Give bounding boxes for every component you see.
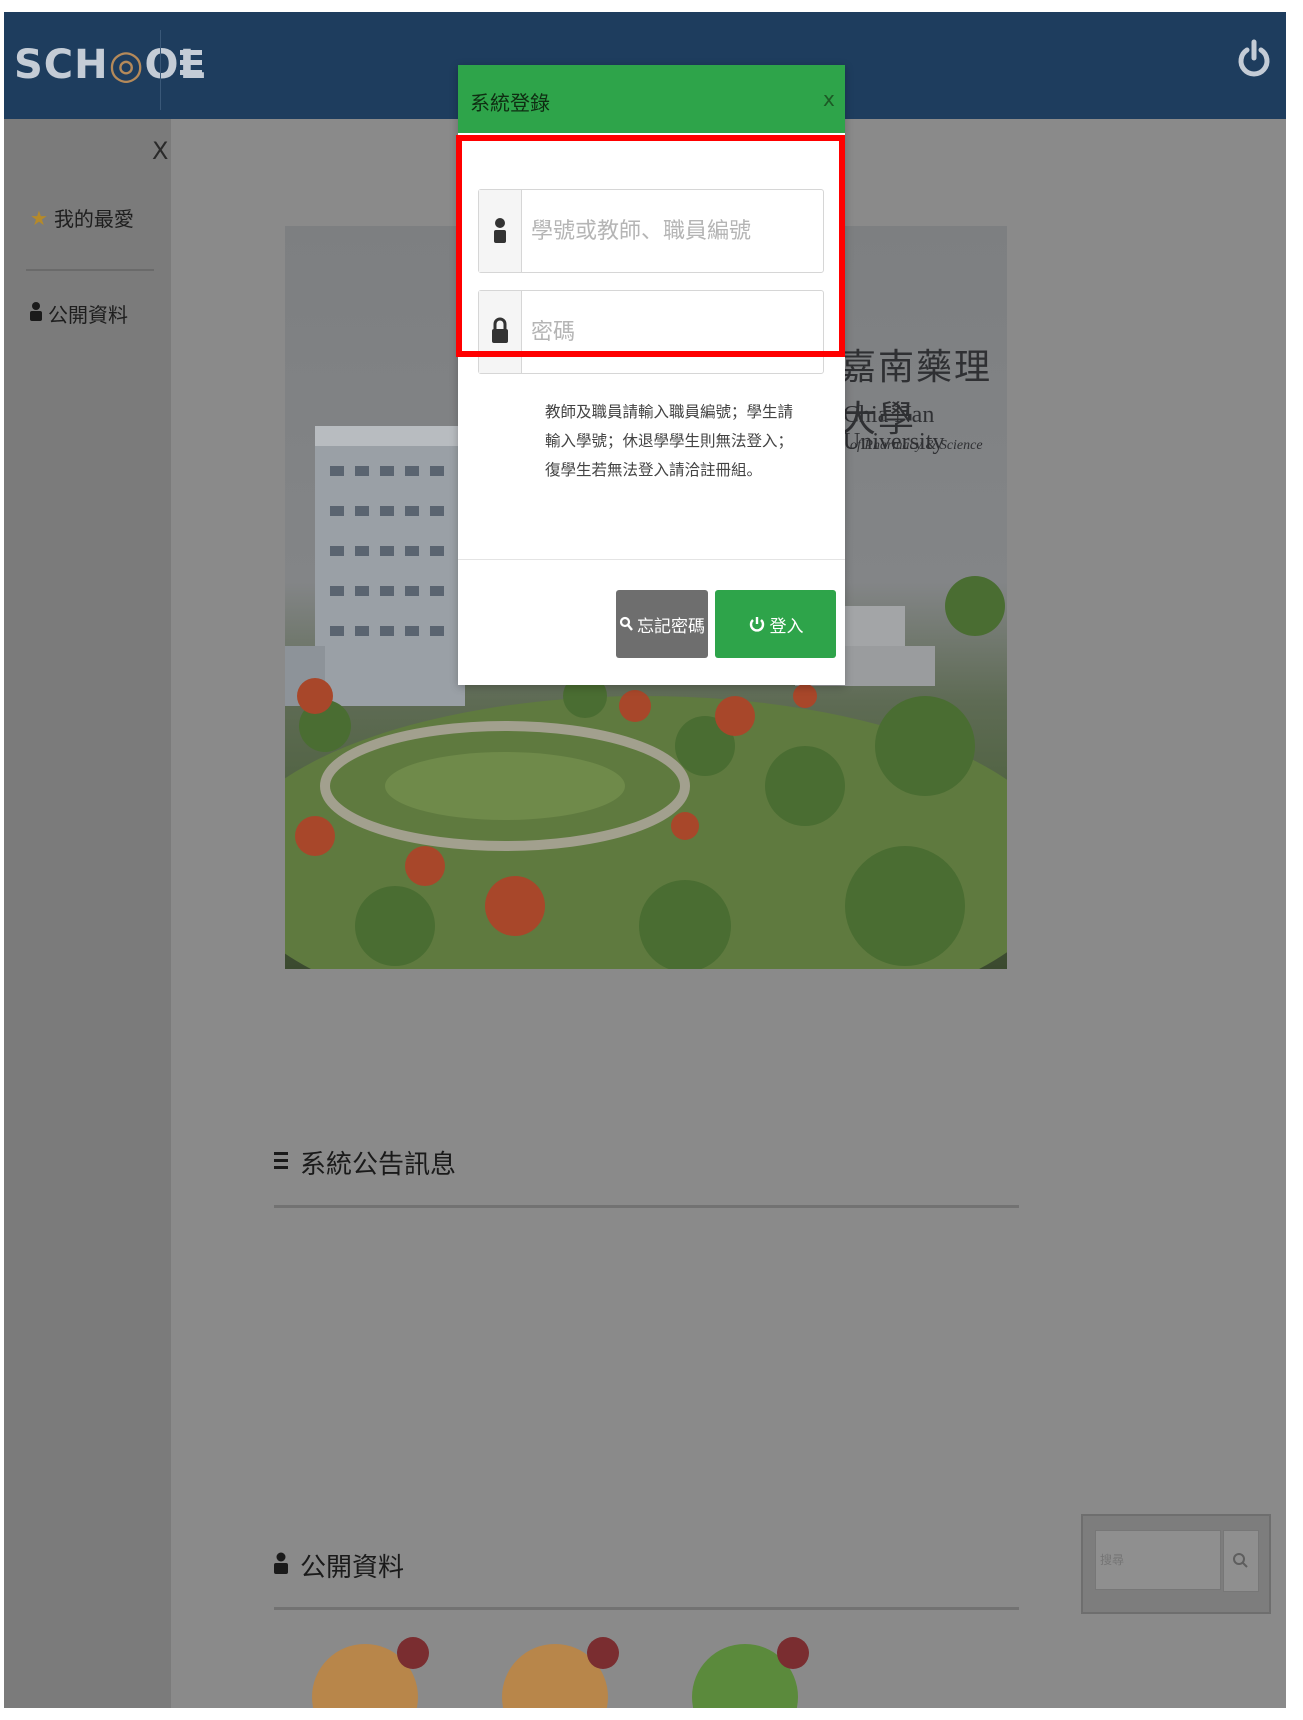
hamburger-menu-icon[interactable] [180, 50, 202, 80]
list-icon [274, 1152, 288, 1173]
login-notice: 教師及職員請輸入職員編號；學生請輸入學號；休退學學生則無法登入；復學生若無法登入… [545, 403, 794, 479]
chart-badge-icon [777, 1637, 809, 1669]
forgot-password-label: 忘記密碼 [637, 616, 705, 637]
login-modal: 系統登錄 x 教師及職員請輸入職員編號；學生請輸入學號；休退學學生則無法登入；復… [456, 65, 845, 685]
search-icon [1233, 1553, 1248, 1568]
public-data-title: 公開資料 [300, 1553, 405, 1583]
announcements-title: 系統公告訊息 [300, 1150, 457, 1180]
modal-header: 系統登錄 x [458, 65, 845, 133]
announcements-heading: 系統公告訊息 [274, 1144, 456, 1181]
sidebar-item-label: 公開資料 [48, 303, 128, 327]
public-data-heading: 公開資料 [274, 1547, 404, 1584]
chart-badge-icon [587, 1637, 619, 1669]
login-label: 登入 [769, 616, 804, 637]
sidebar-close-button[interactable]: X [152, 137, 168, 165]
sidebar-divider [26, 269, 154, 271]
public-data-divider [274, 1607, 1019, 1610]
announcements-divider [274, 1205, 1019, 1208]
user-icon [274, 1551, 288, 1581]
modal-title: 系統登錄 [470, 91, 550, 115]
university-name-en-sub: of Pharmacy & Science [850, 438, 983, 453]
nav-divider [160, 30, 161, 110]
user-icon [30, 301, 42, 326]
modal-close-button[interactable]: x [823, 87, 835, 111]
power-icon[interactable] [1236, 38, 1272, 80]
search-icon [619, 616, 633, 631]
power-icon [749, 617, 764, 632]
forgot-password-button[interactable]: 忘記密碼 [616, 590, 708, 658]
sidebar: X ★ 我的最愛 公開資料 [4, 119, 171, 1708]
highlight-frame [456, 135, 845, 357]
chart-badge-icon [397, 1637, 429, 1669]
search-input[interactable] [1095, 1530, 1221, 1590]
logo-o-icon: ◎ [108, 42, 145, 88]
logo-text: SCH [14, 42, 109, 88]
login-button[interactable]: 登入 [715, 590, 836, 658]
school-logo[interactable]: SCH◎OL [14, 42, 206, 88]
sidebar-item-label: 我的最愛 [53, 207, 134, 231]
modal-footer-divider [458, 559, 845, 560]
sidebar-item-favorites[interactable]: ★ 我的最愛 [30, 203, 134, 232]
star-icon: ★ [30, 205, 48, 230]
sidebar-item-public-data[interactable]: 公開資料 [30, 299, 128, 328]
app-screen: SCH◎OL X ★ 我的最愛 公開資料 嘉南藥理大學 Chia Nan Uni… [4, 12, 1286, 1708]
search-widget [1081, 1514, 1271, 1614]
search-button[interactable] [1223, 1530, 1259, 1592]
